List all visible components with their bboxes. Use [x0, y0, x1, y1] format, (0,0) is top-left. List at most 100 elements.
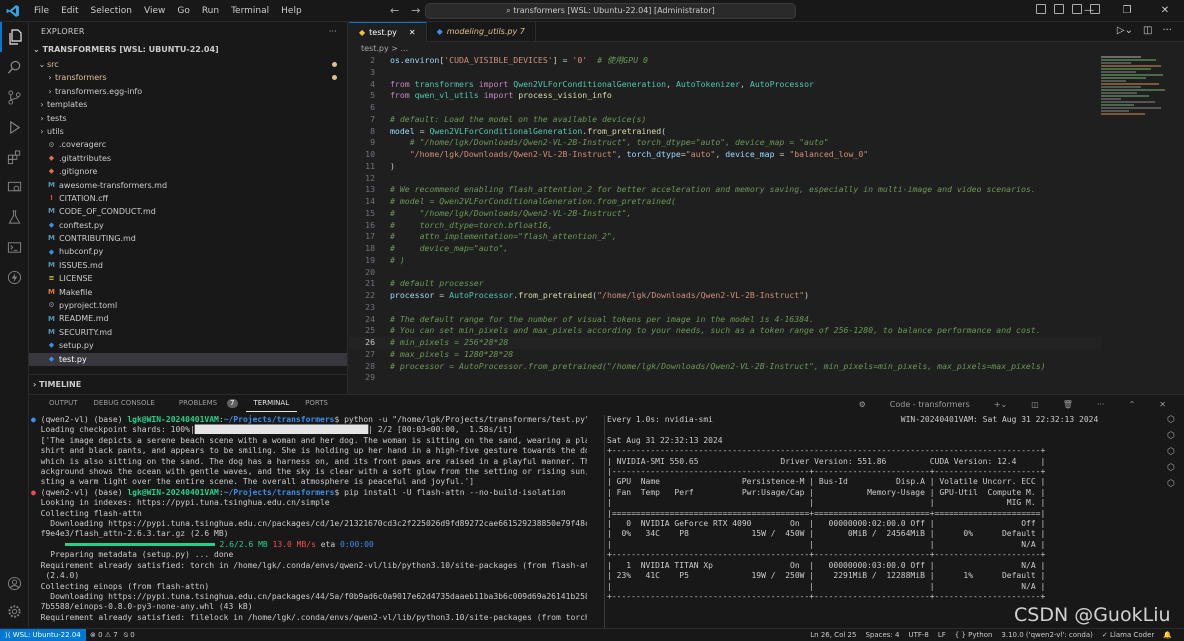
- tab-output[interactable]: OUTPUT: [41, 395, 86, 411]
- remote-indicator[interactable]: ⟩⟨ WSL: Ubuntu-22.04: [0, 629, 86, 641]
- close-icon[interactable]: ✕: [1146, 0, 1184, 22]
- tree-file[interactable]: ◆ setup.py: [29, 339, 347, 352]
- tree-folder[interactable]: › utils: [29, 125, 347, 138]
- encoding[interactable]: UTF-8: [908, 629, 928, 641]
- forward-arrow-icon[interactable]: →: [411, 4, 420, 17]
- tree-file[interactable]: M Makefile: [29, 286, 347, 299]
- menu-file[interactable]: File: [28, 0, 55, 22]
- maximize-panel-icon[interactable]: ⌃: [1121, 397, 1144, 413]
- tab-debug-console[interactable]: DEBUG CONSOLE: [86, 395, 163, 411]
- tab-test-py[interactable]: ◆ test.py ✕: [349, 22, 427, 42]
- terminal-left[interactable]: ● (qwen2-vl) (base) lgk@WIN-20240401VAM:…: [31, 415, 587, 629]
- tree-file[interactable]: M README.md: [29, 312, 347, 325]
- split-terminal-icon[interactable]: ◫: [1023, 397, 1047, 413]
- source-control-icon[interactable]: [0, 82, 29, 112]
- timeline-section[interactable]: › TIMELINE: [29, 374, 347, 394]
- settings-gear-icon[interactable]: [0, 596, 29, 626]
- tree-item-label: transformers.egg-info: [55, 86, 143, 96]
- tree-file[interactable]: M CONTRIBUTING.md: [29, 232, 347, 245]
- modified-indicator: [332, 62, 337, 67]
- explorer-icon[interactable]: [0, 22, 29, 52]
- tree-file[interactable]: ◆ conftest.py: [29, 219, 347, 232]
- tree-file[interactable]: ◆ .gitattributes: [29, 152, 347, 165]
- notifications-bell-icon[interactable]: 🔔: [1163, 629, 1172, 641]
- tree-folder[interactable]: › tests: [29, 112, 347, 125]
- menu-selection[interactable]: Selection: [85, 0, 138, 22]
- tab-problems[interactable]: PROBLEMS 7: [163, 395, 246, 411]
- line-number: 22: [365, 290, 375, 300]
- tree-file[interactable]: ◆ test.py: [29, 352, 347, 366]
- tree-file[interactable]: ≡ LICENSE: [29, 272, 347, 285]
- menu-help[interactable]: Help: [275, 0, 308, 22]
- breadcrumb[interactable]: test.py > ...: [349, 42, 1184, 55]
- menu-edit[interactable]: Edit: [55, 0, 84, 22]
- new-terminal-icon[interactable]: +⌄: [986, 397, 1015, 413]
- command-center[interactable]: ⌕ transformers [WSL: Ubuntu-22.04] [Admi…: [425, 3, 796, 19]
- back-arrow-icon[interactable]: ←: [390, 4, 399, 17]
- tab-modeling-utils[interactable]: ◆ modeling_utils.py 7: [427, 22, 536, 42]
- python-interpreter[interactable]: 3.10.0 ('qwen2-vl': conda): [1001, 629, 1092, 641]
- tree-folder[interactable]: › templates: [29, 98, 347, 111]
- end-of-line[interactable]: LF: [938, 629, 946, 641]
- more-actions-icon[interactable]: ···: [329, 22, 337, 42]
- tree-file[interactable]: ! CITATION.cff: [29, 192, 347, 205]
- tree-folder[interactable]: › transformers: [29, 71, 347, 84]
- chevron-down-icon: ⌄: [38, 60, 46, 69]
- tree-file[interactable]: ⚙ pyproject.toml: [29, 299, 347, 312]
- tree-file[interactable]: M CODE_OF_CONDUCT.md: [29, 205, 347, 218]
- tree-file[interactable]: ⚙ .coveragerc: [29, 138, 347, 151]
- toggle-sidebar-icon[interactable]: [1036, 4, 1046, 14]
- tab-terminal[interactable]: TERMINAL: [245, 395, 298, 412]
- tree-file[interactable]: M SECURITY.md: [29, 326, 347, 339]
- tab-ports[interactable]: PORTS: [297, 395, 336, 411]
- toggle-panel-icon[interactable]: [1054, 4, 1064, 14]
- llama-coder-status[interactable]: ✓ Llama Coder: [1102, 629, 1154, 641]
- run-debug-icon[interactable]: [0, 112, 29, 142]
- problems-status[interactable]: ⊗ 0 ⚠ 7: [90, 629, 118, 641]
- minimize-icon[interactable]: —: [1070, 0, 1108, 22]
- language-mode[interactable]: { } Python: [955, 629, 993, 641]
- menu-view[interactable]: View: [138, 0, 171, 22]
- code-editor[interactable]: 2 os.environ['CUDA_VISIBLE_DEVICES'] = '0…: [349, 55, 1101, 390]
- more-actions-icon[interactable]: ···: [1089, 397, 1113, 413]
- code-line: 8 model = Qwen2VLForConditionalGeneration…: [349, 126, 1101, 138]
- nvidia-smi-line: Sat Aug 31 22:32:13 2024: [607, 435, 723, 445]
- terminal-name[interactable]: Code - transformers: [882, 397, 978, 413]
- lightning-icon[interactable]: [0, 262, 29, 292]
- terminal-instance-icon[interactable]: ⬡: [1162, 431, 1180, 441]
- tree-folder[interactable]: › transformers.egg-info: [29, 85, 347, 98]
- menu-terminal[interactable]: Terminal: [225, 0, 275, 22]
- split-editor-icon[interactable]: ◫: [1143, 25, 1152, 36]
- close-tab-icon[interactable]: ✕: [409, 23, 416, 43]
- terminal-instance-icon[interactable]: ⬡: [1162, 447, 1180, 457]
- ports-status[interactable]: ⍉ 0: [124, 629, 135, 641]
- more-actions-icon[interactable]: ···: [1162, 25, 1172, 36]
- code-line: 19 # ): [349, 255, 1101, 267]
- close-panel-icon[interactable]: ✕: [1151, 397, 1174, 413]
- extensions-icon[interactable]: [0, 142, 29, 172]
- restore-icon[interactable]: ❐: [1108, 0, 1146, 22]
- kill-terminal-icon[interactable]: 🗑: [1055, 397, 1081, 413]
- indentation[interactable]: Spaces: 4: [865, 629, 899, 641]
- account-icon[interactable]: [0, 568, 29, 598]
- code-line: 24 # The default range for the number of …: [349, 314, 1101, 326]
- tree-folder[interactable]: ⌄ src: [29, 58, 347, 71]
- menu-go[interactable]: Go: [171, 0, 195, 22]
- workspace-root[interactable]: ⌄ TRANSFORMERS [WSL: UBUNTU-22.04]: [29, 42, 347, 58]
- terminal-instance-icon[interactable]: ⬡: [1162, 463, 1180, 473]
- menu-run[interactable]: Run: [196, 0, 225, 22]
- testing-icon[interactable]: [0, 202, 29, 232]
- run-file-icon[interactable]: ▷⌄: [1117, 25, 1133, 36]
- tree-file[interactable]: Mawesome-transformers.md: [29, 179, 347, 192]
- tree-file[interactable]: M ISSUES.md: [29, 259, 347, 272]
- terminal-instance-icon[interactable]: ⬡: [1162, 479, 1180, 489]
- minimap[interactable]: [1101, 55, 1171, 155]
- search-icon[interactable]: [0, 52, 29, 82]
- cursor-position[interactable]: Ln 26, Col 25: [810, 629, 856, 641]
- terminal-instance-icon[interactable]: ⬡: [1162, 415, 1180, 425]
- terminal-right-nvidia-smi[interactable]: Every 1.0s: nvidia-smi WIN-20240401VAM: …: [604, 415, 1149, 629]
- remote-explorer-icon[interactable]: [0, 172, 29, 202]
- terminal-icon[interactable]: [0, 232, 29, 262]
- tree-file[interactable]: ◆ .gitignore: [29, 165, 347, 178]
- tree-file[interactable]: ◆ hubconf.py: [29, 245, 347, 258]
